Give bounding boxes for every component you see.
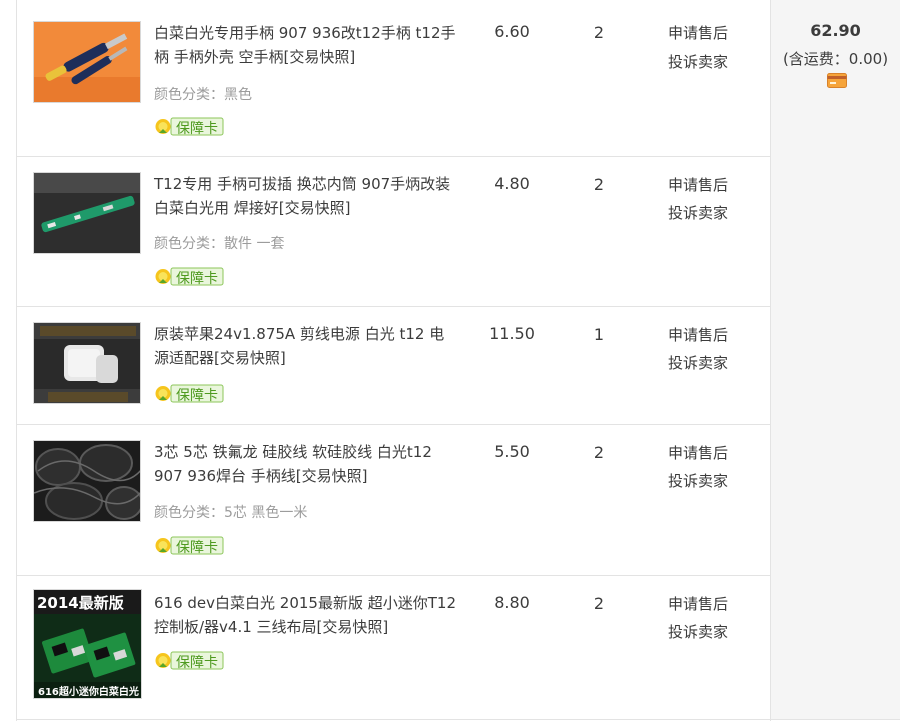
thumbnail-caption-bottom: 616超小迷你白菜白光: [38, 687, 139, 698]
product-thumbnail[interactable]: 2014最新版 616超小迷你白菜白光: [33, 589, 142, 699]
guarantee-card-badge[interactable]: 保障卡: [154, 267, 224, 287]
quantity: 2: [593, 594, 605, 613]
complain-seller-link[interactable]: 投诉卖家: [668, 352, 728, 373]
product-thumbnail[interactable]: [33, 172, 141, 254]
order-item-row: 原装苹果24v1.875A 剪线电源 白光 t12 电源适配器[交易快照] 保障…: [17, 307, 770, 425]
order-item-row: 2014最新版 616超小迷你白菜白光 616 dev白菜白光 2015最新版 …: [17, 576, 770, 719]
apply-after-sale-link[interactable]: 申请售后: [668, 22, 728, 43]
guarantee-card-label: 保障卡: [176, 655, 218, 671]
complain-seller-link[interactable]: 投诉卖家: [668, 470, 728, 491]
unit-price: 6.60: [494, 22, 530, 41]
order-panel: 白菜白光专用手柄 907 936改t12手柄 t12手柄 手柄外壳 空手柄[交易…: [0, 0, 900, 721]
panel-border-bottom: [16, 719, 900, 720]
product-spec: 颜色分类：黑色: [154, 87, 252, 103]
quantity: 2: [593, 175, 605, 194]
apply-after-sale-link[interactable]: 申请售后: [668, 324, 728, 345]
power-adapter-product-icon: [34, 323, 140, 403]
product-thumbnail[interactable]: [33, 21, 141, 103]
handle-product-icon: [34, 22, 140, 102]
credit-card-icon[interactable]: [827, 73, 847, 88]
apply-after-sale-link[interactable]: 申请售后: [668, 174, 728, 195]
complain-seller-link[interactable]: 投诉卖家: [668, 621, 728, 642]
guarantee-card-badge[interactable]: 保障卡: [154, 117, 224, 137]
order-item-row: 3芯 5芯 铁氟龙 硅胶线 软硅胶线 白光t12 907 936焊台 手柄线[交…: [17, 425, 770, 576]
circuit-tube-product-icon: [34, 173, 140, 253]
product-thumbnail[interactable]: [33, 322, 141, 404]
quantity: 2: [593, 443, 605, 462]
guarantee-card-badge[interactable]: 保障卡: [154, 651, 224, 671]
quantity: 1: [593, 325, 605, 344]
guarantee-card-label: 保障卡: [176, 540, 218, 556]
product-title-link[interactable]: 3芯 5芯 铁氟龙 硅胶线 软硅胶线 白光t12 907 936焊台 手柄线[交…: [154, 440, 459, 488]
order-item-row: T12专用 手柄可拔插 换芯内筒 907手炳改装白菜白光用 焊接好[交易快照] …: [17, 157, 770, 307]
guarantee-card-label: 保障卡: [176, 121, 218, 137]
product-title-link[interactable]: 白菜白光专用手柄 907 936改t12手柄 t12手柄 手柄外壳 空手柄[交易…: [154, 21, 459, 69]
unit-price: 8.80: [494, 593, 530, 612]
complain-seller-link[interactable]: 投诉卖家: [668, 202, 728, 223]
product-spec: 颜色分类：散件 一套: [154, 236, 285, 252]
product-title-link[interactable]: T12专用 手柄可拔插 换芯内筒 907手炳改装白菜白光用 焊接好[交易快照]: [154, 172, 459, 220]
guarantee-card-badge[interactable]: 保障卡: [154, 384, 224, 404]
product-title-link[interactable]: 原装苹果24v1.875A 剪线电源 白光 t12 电源适配器[交易快照]: [154, 322, 459, 370]
cable-rolls-product-icon: [34, 441, 140, 521]
unit-price: 4.80: [494, 174, 530, 193]
guarantee-card-label: 保障卡: [176, 388, 218, 404]
quantity: 2: [593, 23, 605, 42]
shipping-fee-note: (含运费：0.00): [782, 50, 889, 68]
guarantee-card-label: 保障卡: [176, 271, 218, 287]
thumbnail-caption-top: 2014最新版: [37, 594, 124, 612]
apply-after-sale-link[interactable]: 申请售后: [668, 593, 728, 614]
product-title-link[interactable]: 616 dev白菜白光 2015最新版 超小迷你T12控制板/器v4.1 三线布…: [154, 591, 459, 639]
order-total-amount: 62.90: [810, 21, 861, 40]
product-spec: 颜色分类：5芯 黑色一米: [154, 505, 308, 521]
apply-after-sale-link[interactable]: 申请售后: [668, 442, 728, 463]
product-thumbnail[interactable]: [33, 440, 141, 522]
unit-price: 5.50: [494, 442, 530, 461]
complain-seller-link[interactable]: 投诉卖家: [668, 51, 728, 72]
order-total-column: 62.90 (含运费：0.00): [771, 0, 900, 719]
guarantee-card-badge[interactable]: 保障卡: [154, 536, 224, 556]
order-item-row: 白菜白光专用手柄 907 936改t12手柄 t12手柄 手柄外壳 空手柄[交易…: [17, 0, 770, 157]
unit-price: 11.50: [489, 324, 535, 343]
